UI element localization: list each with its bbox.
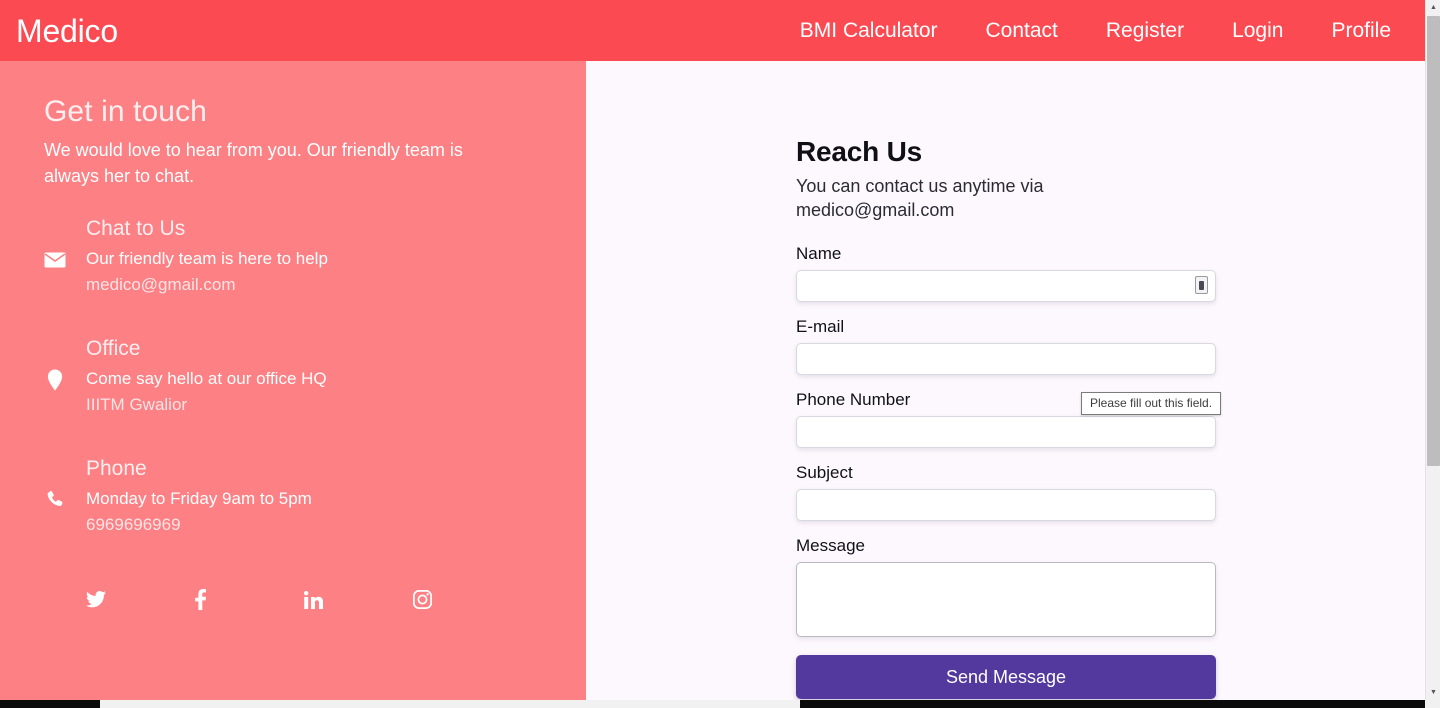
linkedin-icon[interactable] — [304, 590, 413, 609]
map-pin-icon — [44, 369, 66, 391]
vertical-scrollbar[interactable]: ▲ ▼ — [1425, 0, 1440, 700]
label-message: Message — [796, 536, 865, 555]
twitter-icon[interactable] — [86, 591, 195, 608]
contact-block-line2: IIITM Gwalior — [86, 395, 188, 414]
email-input[interactable] — [796, 343, 1216, 375]
autofill-contact-card-icon[interactable] — [1195, 276, 1208, 294]
contact-block-line1: Our friendly team is here to help — [86, 249, 328, 268]
scroll-down-arrow[interactable]: ▼ — [1426, 685, 1440, 700]
contact-form-panel: Reach Us You can contact us anytime via … — [586, 61, 1425, 708]
contact-block-line2[interactable]: medico@gmail.com — [86, 272, 546, 298]
get-in-touch-subtitle: We would love to hear from you. Our frie… — [44, 140, 463, 186]
page-root: Medico BMI Calculator Contact Register L… — [0, 0, 1440, 708]
label-subject: Subject — [796, 463, 853, 482]
message-textarea[interactable] — [796, 562, 1216, 637]
name-input[interactable] — [796, 270, 1216, 302]
label-email: E-mail — [796, 317, 845, 336]
nav-profile[interactable]: Profile — [1307, 19, 1407, 43]
scrollbar-corner — [1425, 700, 1440, 708]
contact-info-panel: Get in touch We would love to hear from … — [0, 61, 586, 708]
horizontal-scrollbar[interactable] — [0, 700, 1440, 708]
phone-input[interactable] — [796, 416, 1216, 448]
phone-icon — [44, 489, 66, 511]
reach-us-title: Reach Us — [796, 136, 923, 167]
name-input-wrapper — [796, 270, 1216, 302]
facebook-icon[interactable] — [195, 589, 304, 610]
contact-block-title: Office — [86, 337, 141, 360]
contact-block-line2[interactable]: 6969696969 — [86, 512, 546, 538]
horizontal-scrollbar-thumb[interactable] — [100, 700, 800, 708]
contact-block-phone: Phone Monday to Friday 9am to 5pm 696969… — [44, 457, 546, 549]
contact-block-line1: Monday to Friday 9am to 5pm — [86, 489, 312, 508]
send-message-button[interactable]: Send Message — [796, 655, 1216, 699]
contact-block-title: Chat to Us — [86, 217, 186, 240]
contact-form: Reach Us You can contact us anytime via … — [796, 70, 1216, 699]
reach-us-subtitle: You can contact us anytime via medico@gm… — [796, 176, 1044, 220]
nav-register[interactable]: Register — [1082, 19, 1208, 43]
contact-block-line1: Come say hello at our office HQ — [86, 369, 327, 388]
subject-input[interactable] — [796, 489, 1216, 521]
social-links — [44, 589, 546, 610]
contact-block-title: Phone — [86, 457, 147, 480]
scroll-up-arrow[interactable]: ▲ — [1426, 0, 1440, 15]
brand-logo[interactable]: Medico — [16, 15, 118, 47]
instagram-icon[interactable] — [413, 590, 522, 609]
envelope-icon — [44, 249, 66, 271]
label-name: Name — [796, 244, 842, 263]
vertical-scrollbar-thumb[interactable] — [1427, 16, 1440, 466]
top-navbar: Medico BMI Calculator Contact Register L… — [0, 0, 1425, 61]
nav-contact[interactable]: Contact — [962, 19, 1082, 43]
nav-bmi-calculator[interactable]: BMI Calculator — [776, 19, 962, 43]
nav-login[interactable]: Login — [1208, 19, 1307, 43]
contact-block-chat: Chat to Us Our friendly team is here to … — [44, 217, 546, 309]
contact-block-office: Office Come say hello at our office HQ I… — [44, 337, 546, 429]
get-in-touch-title: Get in touch — [44, 95, 207, 128]
nav-links: BMI Calculator Contact Register Login Pr… — [776, 19, 1425, 43]
validation-tooltip: Please fill out this field. — [1081, 392, 1222, 415]
